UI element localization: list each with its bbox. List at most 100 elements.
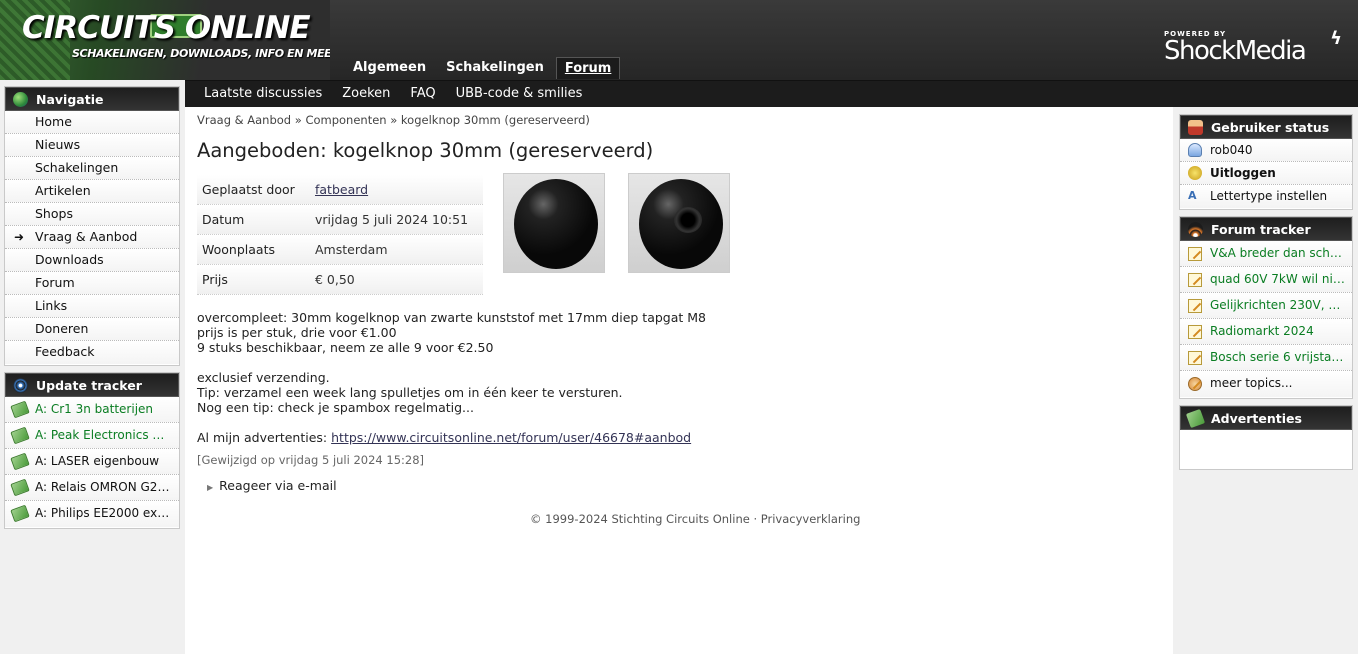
breadcrumb[interactable]: Vraag & Aanbod » Componenten » kogelknop…: [197, 113, 590, 127]
adv-link[interactable]: https://www.circuitsonline.net/forum/use…: [331, 430, 691, 445]
navigation-header: Navigatie: [5, 87, 179, 111]
reply-label: Reageer via e-mail: [219, 478, 337, 493]
nav-label: Nieuws: [35, 137, 81, 152]
user-icon: [1188, 143, 1202, 157]
post-body: overcompleet: 30mm kogelknop van zwarte …: [197, 310, 706, 415]
nav-label: Schakelingen: [35, 160, 119, 175]
radar-icon: [13, 378, 28, 393]
powered-by-logo[interactable]: POWERED BY ShockMedia ϟ: [1164, 28, 1344, 68]
topic-label: Bosch serie 6 vrijstaande vaatwasser: [1210, 350, 1352, 364]
author-link[interactable]: fatbeard: [315, 175, 368, 204]
user-status-box: Gebruiker status rob040 Uitloggen A Lett…: [1179, 114, 1353, 210]
forum-tracker-item[interactable]: quad 60V 7kW wil niet starten: [1180, 267, 1352, 293]
banknote-icon: [10, 426, 30, 445]
more-topics-label: meer topics...: [1210, 376, 1293, 390]
forum-tracker-item[interactable]: V&A breder dan scherm?: [1180, 241, 1352, 267]
banknote-icon: [10, 478, 30, 497]
edited-note: [Gewijzigd op vrijdag 5 juli 2024 15:28]: [197, 453, 425, 467]
pencil-note-icon: [1188, 273, 1202, 287]
forum-tracker-box: Forum tracker V&A breder dan scherm? qua…: [1179, 216, 1353, 399]
topic-label: quad 60V 7kW wil niet starten: [1210, 272, 1352, 286]
sub-nav: Laatste discussies Zoeken FAQ UBB-code &…: [185, 80, 1358, 107]
nav-item-downloads[interactable]: Downloads: [5, 249, 179, 272]
forum-tracker-item[interactable]: Gelijkrichten 230V, stroom: [1180, 293, 1352, 319]
threaded-hole: [674, 207, 702, 233]
ads-header: Advertenties: [1180, 406, 1352, 430]
logo-subtitle: SCHAKELINGEN, DOWNLOADS, INFO EN MEER!: [72, 47, 330, 60]
meta-key: Geplaatst door: [202, 182, 295, 197]
update-tracker-box: Update tracker A: Cr1 3n batterijen A: P…: [4, 372, 180, 529]
forum-tracker-item[interactable]: Bosch serie 6 vrijstaande vaatwasser: [1180, 345, 1352, 371]
main-content: Vraag & Aanbod » Componenten » kogelknop…: [185, 107, 1173, 654]
nav-item-forum[interactable]: Forum: [5, 272, 179, 295]
nav-label: Shops: [35, 206, 73, 221]
logout-link[interactable]: Uitloggen: [1180, 162, 1352, 185]
font-settings-label: Lettertype instellen: [1210, 189, 1328, 203]
banknote-icon: [10, 452, 30, 471]
main-nav-forum[interactable]: Forum: [555, 57, 621, 79]
subnav-zoeken[interactable]: Zoeken: [342, 81, 390, 107]
more-topics-link[interactable]: meer topics...: [1180, 371, 1352, 397]
tracker-label: A: Relais OMRON G2R-1-E: [35, 480, 179, 494]
meta-value: Amsterdam: [315, 242, 388, 257]
product-photo-1[interactable]: [503, 173, 605, 273]
subnav-faq[interactable]: FAQ: [410, 81, 435, 107]
nav-label: Feedback: [35, 344, 95, 359]
update-tracker-item[interactable]: A: LASER eigenbouw: [5, 449, 179, 475]
nav-item-home[interactable]: Home: [5, 111, 179, 134]
banknote-icon: [10, 400, 30, 419]
font-icon: A: [1188, 189, 1197, 202]
reply-email-button[interactable]: ▶ Reageer via e-mail: [207, 478, 337, 493]
product-photo-2[interactable]: [628, 173, 730, 273]
nav-item-nieuws[interactable]: Nieuws: [5, 134, 179, 157]
pencil-note-icon: [1188, 351, 1202, 365]
forum-tracker-title: Forum tracker: [1211, 222, 1311, 237]
subnav-ubb-code[interactable]: UBB-code & smilies: [456, 81, 583, 107]
ads-title: Advertenties: [1211, 411, 1302, 426]
site-logo[interactable]: CIRCUITS ONLINE SCHAKELINGEN, DOWNLOADS,…: [0, 0, 330, 80]
key-icon: [1188, 166, 1202, 180]
nav-label: Home: [35, 114, 72, 129]
meta-key: Woonplaats: [202, 242, 275, 257]
nav-item-doneren[interactable]: Doneren: [5, 318, 179, 341]
nav-item-feedback[interactable]: Feedback: [5, 341, 179, 364]
tracker-label: A: Peak Electronics DCA75 Pro: [35, 428, 179, 442]
nav-item-schakelingen[interactable]: Schakelingen: [5, 157, 179, 180]
nav-label: Artikelen: [35, 183, 91, 198]
knob-image: [639, 179, 723, 269]
tracker-label: A: Philips EE2000 experimenteer: [35, 506, 179, 520]
page-title: Aangeboden: kogelknop 30mm (gereserveerd…: [197, 139, 654, 162]
font-settings-link[interactable]: A Lettertype instellen: [1180, 185, 1352, 208]
main-nav-algemeen[interactable]: Algemeen: [345, 57, 434, 79]
tracker-label: A: Cr1 3n batterijen: [35, 402, 154, 416]
logo-title: CIRCUITS ONLINE: [22, 10, 311, 46]
user-status-header: Gebruiker status: [1180, 115, 1352, 139]
username-link[interactable]: rob040: [1180, 139, 1352, 162]
search-icon: [1188, 377, 1202, 391]
main-nav: Algemeen Schakelingen Forum: [345, 57, 624, 79]
meta-value: € 0,50: [315, 272, 355, 287]
nav-item-shops[interactable]: Shops: [5, 203, 179, 226]
meta-row-date: Datum vrijdag 5 juli 2024 10:51: [197, 205, 483, 235]
forum-tracker-item[interactable]: Radiomarkt 2024: [1180, 319, 1352, 345]
update-tracker-item[interactable]: A: Cr1 3n batterijen: [5, 397, 179, 423]
user-status-title: Gebruiker status: [1211, 120, 1330, 135]
topic-label: Gelijkrichten 230V, stroom: [1210, 298, 1352, 312]
meta-key: Prijs: [202, 272, 228, 287]
nav-item-links[interactable]: Links: [5, 295, 179, 318]
banknote-icon: [10, 504, 30, 523]
subnav-laatste-discussies[interactable]: Laatste discussies: [204, 81, 322, 107]
feed-icon: [1188, 222, 1203, 237]
nav-label: Downloads: [35, 252, 104, 267]
post-meta-table: Geplaatst door fatbeard Datum vrijdag 5 …: [197, 175, 483, 295]
nav-item-vraag-aanbod[interactable]: ➜ Vraag & Aanbod: [5, 226, 179, 249]
advertisements-line: Al mijn advertenties: https://www.circui…: [197, 430, 691, 445]
update-tracker-item[interactable]: A: Philips EE2000 experimenteer: [5, 501, 179, 527]
main-nav-schakelingen[interactable]: Schakelingen: [438, 57, 552, 79]
nav-item-artikelen[interactable]: Artikelen: [5, 180, 179, 203]
pencil-note-icon: [1188, 247, 1202, 261]
update-tracker-item[interactable]: A: Relais OMRON G2R-1-E: [5, 475, 179, 501]
update-tracker-item[interactable]: A: Peak Electronics DCA75 Pro: [5, 423, 179, 449]
tracker-label: A: LASER eigenbouw: [35, 454, 160, 468]
username: rob040: [1210, 143, 1253, 157]
